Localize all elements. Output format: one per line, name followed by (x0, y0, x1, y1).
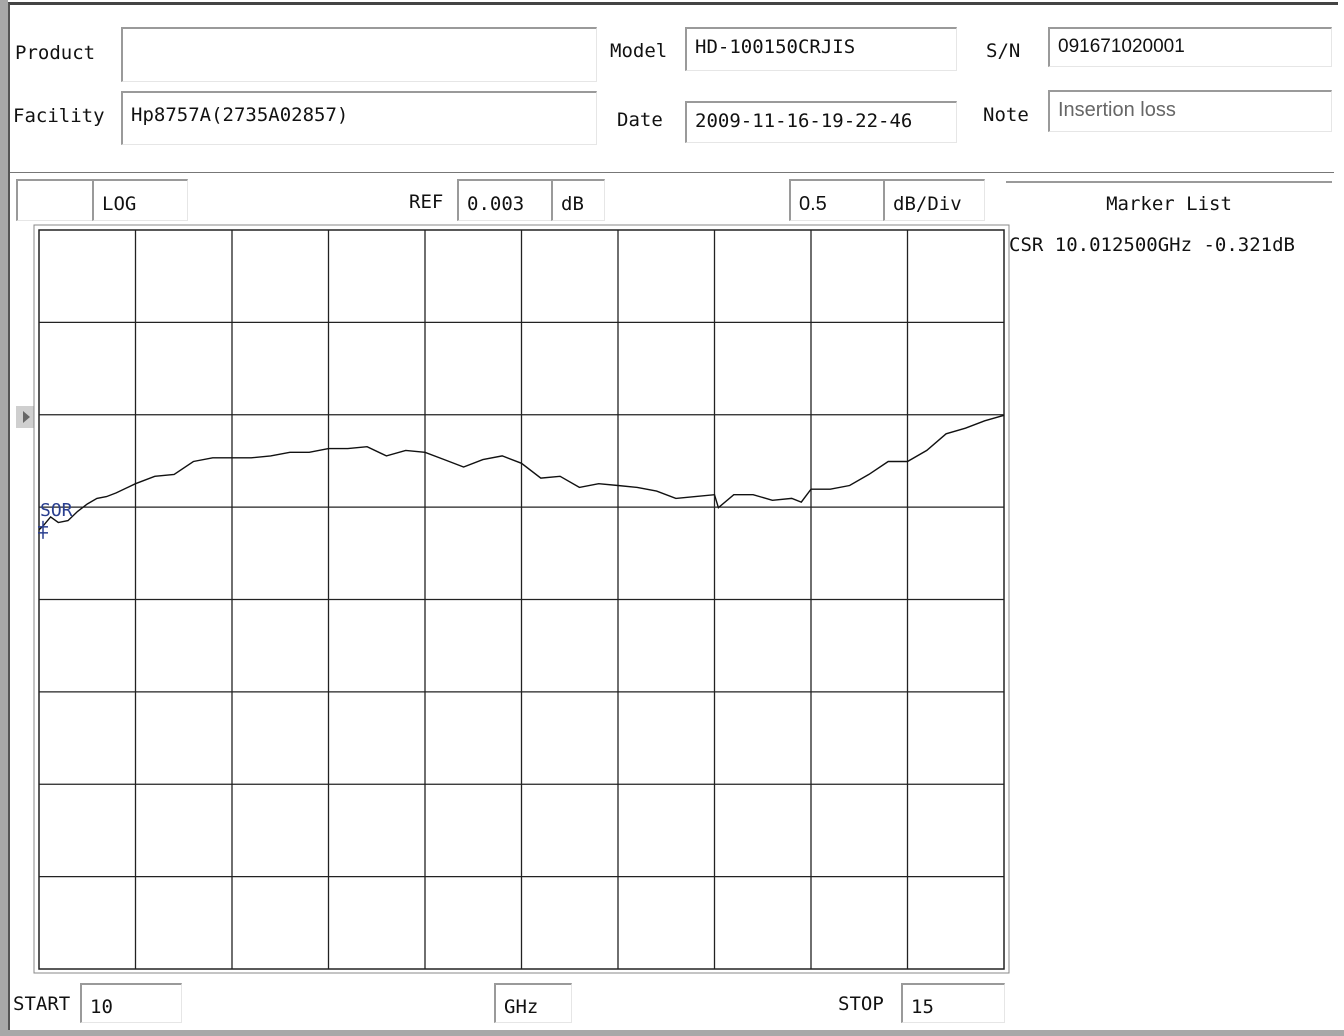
start-label: START (13, 993, 71, 1015)
cursor-label: SOR (40, 500, 73, 521)
start-field[interactable]: 10 (80, 983, 182, 1023)
trace-chart[interactable]: SOR (0, 0, 1344, 1036)
stop-label: STOP (838, 993, 884, 1015)
freq-unit-field[interactable]: GHz (494, 983, 572, 1023)
stop-field[interactable]: 15 (901, 983, 1005, 1023)
